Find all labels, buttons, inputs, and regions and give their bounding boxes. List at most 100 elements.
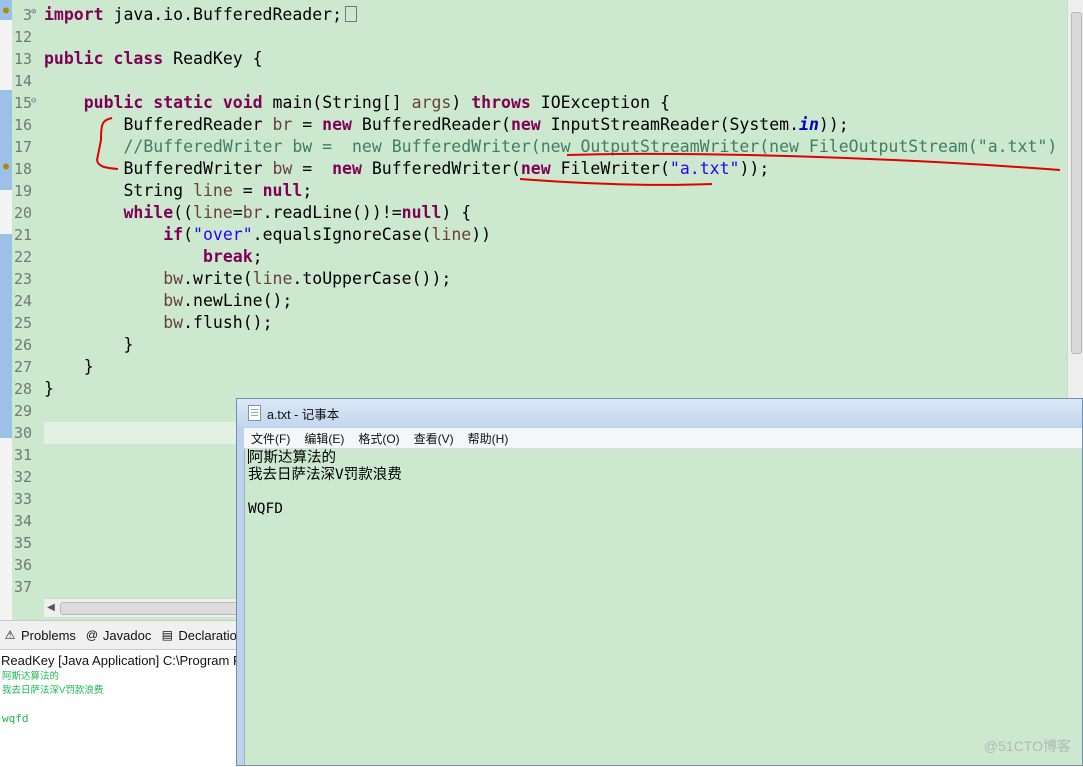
tab-problems[interactable]: ⚠ Problems <box>3 628 76 643</box>
notepad-text: WQFD <box>248 501 283 517</box>
code-line[interactable]: bw.newLine(); <box>44 290 292 312</box>
line-number: 21 <box>13 226 32 244</box>
notepad-menu-item[interactable]: 文件(F) <box>244 430 297 447</box>
code-token: } <box>44 335 134 354</box>
code-token: } <box>44 379 54 398</box>
code-token: br <box>242 203 263 222</box>
console-output[interactable]: 阿斯达算法的 我去日萨法深V罚款浪费 wqfd <box>0 670 240 726</box>
scroll-left-arrow-icon[interactable]: ◀ <box>44 599 58 617</box>
code-token: } <box>44 357 94 376</box>
code-token: in <box>799 115 819 134</box>
notepad-menu-item[interactable]: 查看(V) <box>407 430 461 447</box>
code-token: if <box>163 225 184 244</box>
code-line[interactable]: String line = null; <box>44 180 312 202</box>
code-token: ; <box>252 247 263 266</box>
code-line[interactable]: bw.write(line.toUpperCase()); <box>44 268 451 290</box>
notepad-text-line: 我去日萨法深V罚款浪费 <box>245 467 1082 484</box>
code-token: = <box>232 203 243 222</box>
code-token: main(String[] <box>262 93 412 112</box>
code-line[interactable]: bw.flush(); <box>44 312 272 334</box>
notepad-titlebar[interactable]: a.txt - 记事本 <box>237 399 1082 427</box>
code-token: .newLine(); <box>183 291 293 310</box>
notepad-text-line: 阿斯达算法的 <box>245 449 1082 467</box>
code-token: class <box>113 49 164 68</box>
code-token: )); <box>818 115 849 134</box>
console-output-line: wqfd <box>2 712 29 725</box>
code-token: bw <box>272 159 293 178</box>
notepad-menu-item[interactable]: 编辑(E) <box>297 430 351 447</box>
code-line[interactable]: } <box>44 356 94 378</box>
code-token: )); <box>739 159 770 178</box>
line-number: 19 <box>13 182 32 200</box>
console-run-title: ReadKey [Java Application] C:\Program Fi… <box>1 653 240 668</box>
line-number: 34 <box>13 512 32 530</box>
horizontal-scrollbar[interactable]: ◀ <box>44 598 242 617</box>
warning-icon[interactable]: ● <box>1 6 11 16</box>
code-token: new <box>520 159 551 178</box>
code-line[interactable]: //BufferedWriter bw = new BufferedWriter… <box>44 136 1057 158</box>
vertical-scroll-thumb[interactable] <box>1071 12 1082 354</box>
vertical-scrollbar[interactable] <box>1067 0 1083 400</box>
code-token: new <box>332 159 362 178</box>
code-token: = <box>292 115 323 134</box>
code-token: .equalsIgnoreCase( <box>252 225 432 244</box>
line-number: 20 <box>13 204 32 222</box>
console-output-line: 我去日萨法深V罚款浪费 <box>2 685 104 696</box>
code-line[interactable]: import java.io.BufferedReader; <box>44 4 358 26</box>
line-number: 24 <box>13 292 32 310</box>
code-token: static <box>153 93 213 112</box>
notepad-menu-item[interactable]: 格式(O) <box>351 430 406 447</box>
line-number: 13 <box>13 50 32 68</box>
code-token: bw <box>163 269 184 288</box>
line-number: 16 <box>13 116 32 134</box>
code-token: "a.txt" <box>669 159 740 178</box>
notepad-text-area[interactable]: 阿斯达算法的 我去日萨法深V罚款浪费 WQFD <box>244 449 1082 765</box>
warning-icon[interactable]: ● <box>1 162 11 172</box>
current-line-highlight <box>44 422 244 444</box>
code-line[interactable]: BufferedReader br = new BufferedReader(n… <box>44 114 849 136</box>
tab-javadoc[interactable]: @ Javadoc <box>85 627 152 643</box>
line-number: 23 <box>13 270 32 288</box>
code-token: break <box>202 247 253 266</box>
code-line[interactable]: break; <box>44 246 263 268</box>
horizontal-scroll-thumb[interactable] <box>60 602 242 615</box>
code-token: line <box>252 269 293 288</box>
collapsed-imports-icon[interactable] <box>345 6 358 22</box>
code-token: br <box>272 115 293 134</box>
code-line[interactable]: BufferedWriter bw = new BufferedWriter(n… <box>44 158 769 180</box>
code-token: null <box>262 181 303 200</box>
line-number: 17 <box>13 138 32 156</box>
notepad-text-line: WQFD <box>245 501 1082 518</box>
javadoc-icon: @ <box>85 628 99 642</box>
line-number: 31 <box>13 446 32 464</box>
code-token: line <box>193 181 233 200</box>
code-token: //BufferedWriter bw = new BufferedWriter… <box>123 137 1058 156</box>
notepad-text: 我去日萨法深V罚款浪费 <box>248 467 402 483</box>
notepad-text-line <box>245 484 1082 501</box>
code-token: line <box>193 203 233 222</box>
code-line[interactable]: } <box>44 378 54 400</box>
tab-label: Javadoc <box>102 627 152 643</box>
code-token: import <box>44 5 104 24</box>
tab-declaration[interactable]: ▤ Declaration <box>160 628 240 643</box>
code-line[interactable]: public class ReadKey { <box>44 48 263 70</box>
code-token: line <box>431 225 472 244</box>
notepad-menu-item[interactable]: 帮助(H) <box>461 430 516 447</box>
code-line[interactable]: while((line=br.readLine())!=null) { <box>44 202 471 224</box>
code-token: FileWriter( <box>550 159 670 178</box>
code-token: BufferedWriter <box>44 159 273 178</box>
code-token: bw <box>163 313 184 332</box>
notepad-window[interactable]: a.txt - 记事本 文件(F) 编辑(E) 格式(O) 查看(V) 帮助(H) 阿斯… <box>236 398 1083 766</box>
code-line[interactable]: } <box>44 334 133 356</box>
code-line[interactable]: if("over".equalsIgnoreCase(line)) <box>44 224 491 246</box>
code-token: BufferedWriter( <box>361 159 521 178</box>
code-token: ) <box>451 93 472 112</box>
code-line[interactable]: public static void main(String[] args) t… <box>44 92 670 114</box>
